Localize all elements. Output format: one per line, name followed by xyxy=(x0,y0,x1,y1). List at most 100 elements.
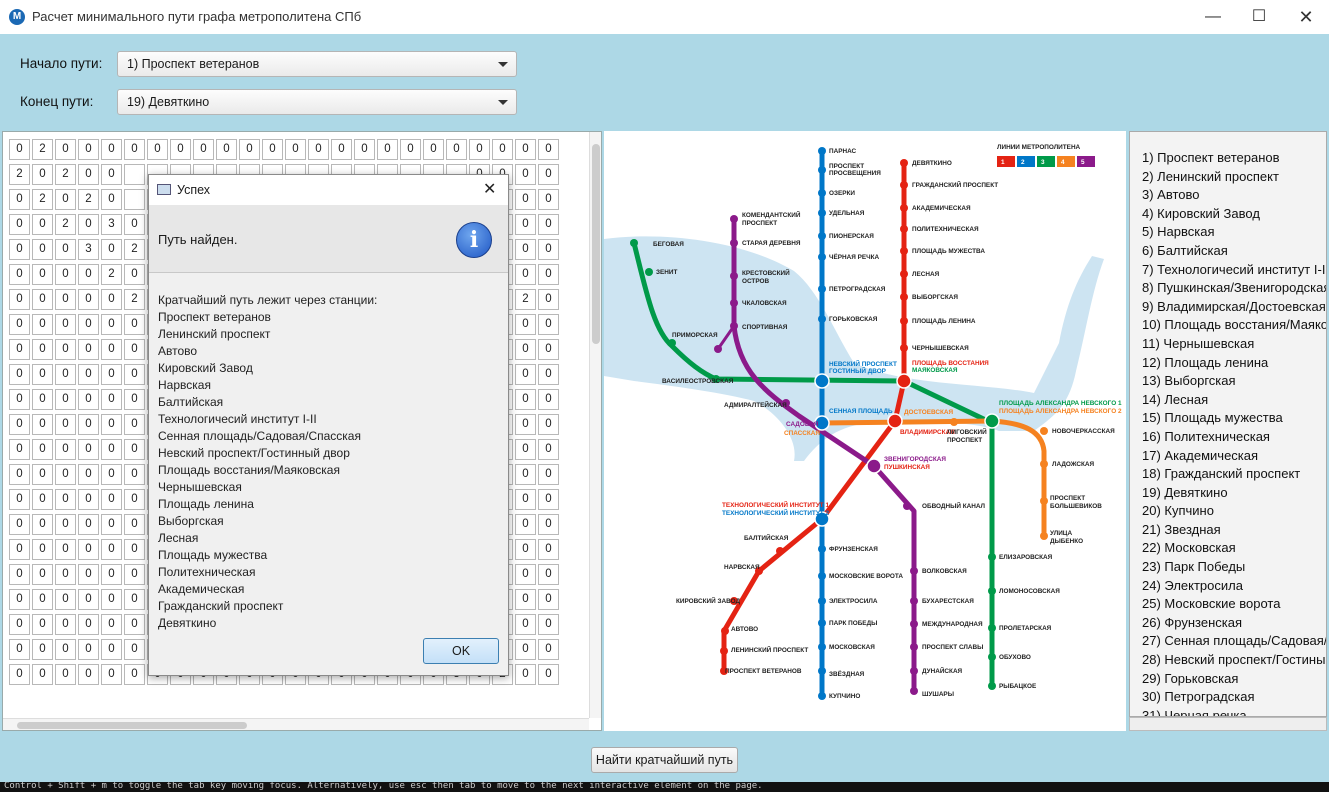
matrix-cell[interactable]: 0 xyxy=(515,639,536,660)
matrix-cell[interactable]: 0 xyxy=(78,264,99,285)
matrix-cell[interactable]: 0 xyxy=(101,389,122,410)
station-list-item[interactable]: 12) Площадь ленина xyxy=(1142,354,1326,373)
matrix-cell[interactable]: 0 xyxy=(78,414,99,435)
matrix-cell[interactable]: 0 xyxy=(101,339,122,360)
station-list-item[interactable]: 6) Балтийская xyxy=(1142,242,1326,261)
matrix-cell[interactable]: 0 xyxy=(9,364,30,385)
matrix-cell[interactable]: 0 xyxy=(101,514,122,535)
matrix-cell[interactable]: 0 xyxy=(101,489,122,510)
matrix-cell[interactable]: 0 xyxy=(101,239,122,260)
station-list-item[interactable]: 20) Купчино xyxy=(1142,502,1326,521)
matrix-cell[interactable]: 0 xyxy=(101,414,122,435)
matrix-cell[interactable]: 0 xyxy=(101,589,122,610)
matrix-cell[interactable]: 0 xyxy=(55,464,76,485)
matrix-cell[interactable]: 0 xyxy=(55,189,76,210)
station-list-item[interactable]: 8) Пушкинская/Звенигородская xyxy=(1142,279,1326,298)
station-list-item[interactable]: 18) Гражданский проспект xyxy=(1142,465,1326,484)
matrix-cell[interactable]: 0 xyxy=(101,164,122,185)
matrix-cell[interactable]: 0 xyxy=(423,139,444,160)
matrix-cell[interactable]: 2 xyxy=(101,264,122,285)
matrix-cell[interactable]: 0 xyxy=(78,214,99,235)
matrix-cell[interactable]: 0 xyxy=(538,639,559,660)
matrix-cell[interactable]: 0 xyxy=(78,289,99,310)
matrix-cell[interactable]: 0 xyxy=(124,339,145,360)
matrix-cell[interactable]: 0 xyxy=(101,139,122,160)
matrix-cell[interactable]: 0 xyxy=(32,389,53,410)
station-list-item[interactable]: 13) Выборгская xyxy=(1142,372,1326,391)
matrix-cell[interactable]: 2 xyxy=(9,164,30,185)
matrix-cell[interactable]: 0 xyxy=(538,614,559,635)
matrix-cell[interactable]: 0 xyxy=(78,339,99,360)
matrix-cell[interactable]: 0 xyxy=(124,464,145,485)
matrix-cell[interactable]: 0 xyxy=(55,589,76,610)
matrix-cell[interactable]: 0 xyxy=(538,239,559,260)
matrix-cell[interactable]: 0 xyxy=(55,239,76,260)
station-list-item[interactable]: 30) Петроградская xyxy=(1142,688,1326,707)
matrix-cell[interactable]: 0 xyxy=(170,139,191,160)
matrix-cell[interactable]: 0 xyxy=(124,639,145,660)
matrix-cell[interactable]: 0 xyxy=(9,389,30,410)
matrix-cell[interactable]: 0 xyxy=(32,364,53,385)
matrix-cell[interactable]: 0 xyxy=(515,564,536,585)
matrix-vertical-scrollbar[interactable] xyxy=(589,132,601,718)
matrix-cell[interactable]: 0 xyxy=(515,539,536,560)
matrix-cell[interactable]: 0 xyxy=(101,564,122,585)
matrix-cell[interactable]: 0 xyxy=(9,639,30,660)
matrix-cell[interactable]: 0 xyxy=(124,264,145,285)
matrix-cell[interactable]: 0 xyxy=(78,514,99,535)
matrix-cell[interactable]: 3 xyxy=(101,214,122,235)
matrix-cell[interactable]: 0 xyxy=(193,139,214,160)
station-list-item[interactable]: 5) Нарвская xyxy=(1142,223,1326,242)
matrix-cell[interactable]: 0 xyxy=(78,164,99,185)
matrix-cell[interactable]: 0 xyxy=(32,164,53,185)
matrix-cell[interactable]: 0 xyxy=(78,589,99,610)
matrix-cell[interactable]: 0 xyxy=(55,389,76,410)
matrix-cell[interactable]: 0 xyxy=(78,389,99,410)
station-list-item[interactable]: 7) Технологичесий институт I-II xyxy=(1142,261,1326,280)
matrix-cell[interactable]: 0 xyxy=(538,514,559,535)
matrix-cell[interactable]: 2 xyxy=(124,239,145,260)
matrix-cell[interactable]: 0 xyxy=(9,564,30,585)
matrix-cell[interactable]: 0 xyxy=(55,439,76,460)
station-list-item[interactable]: 11) Чернышевская xyxy=(1142,335,1326,354)
matrix-cell[interactable]: 0 xyxy=(538,564,559,585)
matrix-cell[interactable]: 0 xyxy=(78,539,99,560)
matrix-cell[interactable]: 0 xyxy=(124,314,145,335)
matrix-cell[interactable]: 0 xyxy=(515,339,536,360)
matrix-cell[interactable]: 0 xyxy=(101,189,122,210)
matrix-cell[interactable]: 0 xyxy=(32,439,53,460)
matrix-cell[interactable]: 0 xyxy=(32,514,53,535)
matrix-cell[interactable]: 0 xyxy=(101,614,122,635)
matrix-cell[interactable]: 0 xyxy=(538,489,559,510)
close-window-button[interactable]: ✕ xyxy=(1283,0,1329,34)
matrix-cell[interactable]: 0 xyxy=(515,589,536,610)
station-list-item[interactable]: 10) Площадь восстания/Маяковская xyxy=(1142,316,1326,335)
matrix-cell[interactable]: 0 xyxy=(55,314,76,335)
matrix-cell[interactable]: 0 xyxy=(9,239,30,260)
matrix-cell[interactable]: 0 xyxy=(515,439,536,460)
matrix-cell[interactable]: 0 xyxy=(32,614,53,635)
matrix-cell[interactable]: 0 xyxy=(9,439,30,460)
matrix-cell[interactable]: 0 xyxy=(32,314,53,335)
station-list-item[interactable]: 17) Академическая xyxy=(1142,447,1326,466)
find-shortest-path-button[interactable]: Найти кратчайший путь xyxy=(591,747,738,773)
matrix-cell[interactable]: 0 xyxy=(9,289,30,310)
matrix-cell[interactable]: 0 xyxy=(32,264,53,285)
station-list-item[interactable]: 4) Кировский Завод xyxy=(1142,205,1326,224)
matrix-cell[interactable]: 0 xyxy=(78,564,99,585)
matrix-cell[interactable]: 0 xyxy=(515,164,536,185)
matrix-cell[interactable]: 0 xyxy=(515,489,536,510)
matrix-cell[interactable]: 0 xyxy=(9,339,30,360)
matrix-cell[interactable]: 0 xyxy=(32,589,53,610)
matrix-cell[interactable]: 0 xyxy=(515,189,536,210)
matrix-cell[interactable]: 3 xyxy=(78,239,99,260)
matrix-cell[interactable]: 0 xyxy=(538,189,559,210)
matrix-cell[interactable]: 0 xyxy=(101,439,122,460)
matrix-cell[interactable]: 0 xyxy=(55,289,76,310)
matrix-cell[interactable]: 0 xyxy=(55,414,76,435)
matrix-cell[interactable]: 0 xyxy=(32,489,53,510)
matrix-cell[interactable]: 0 xyxy=(538,364,559,385)
matrix-cell[interactable]: 0 xyxy=(262,139,283,160)
matrix-cell[interactable]: 0 xyxy=(124,539,145,560)
matrix-cell[interactable]: 0 xyxy=(9,489,30,510)
